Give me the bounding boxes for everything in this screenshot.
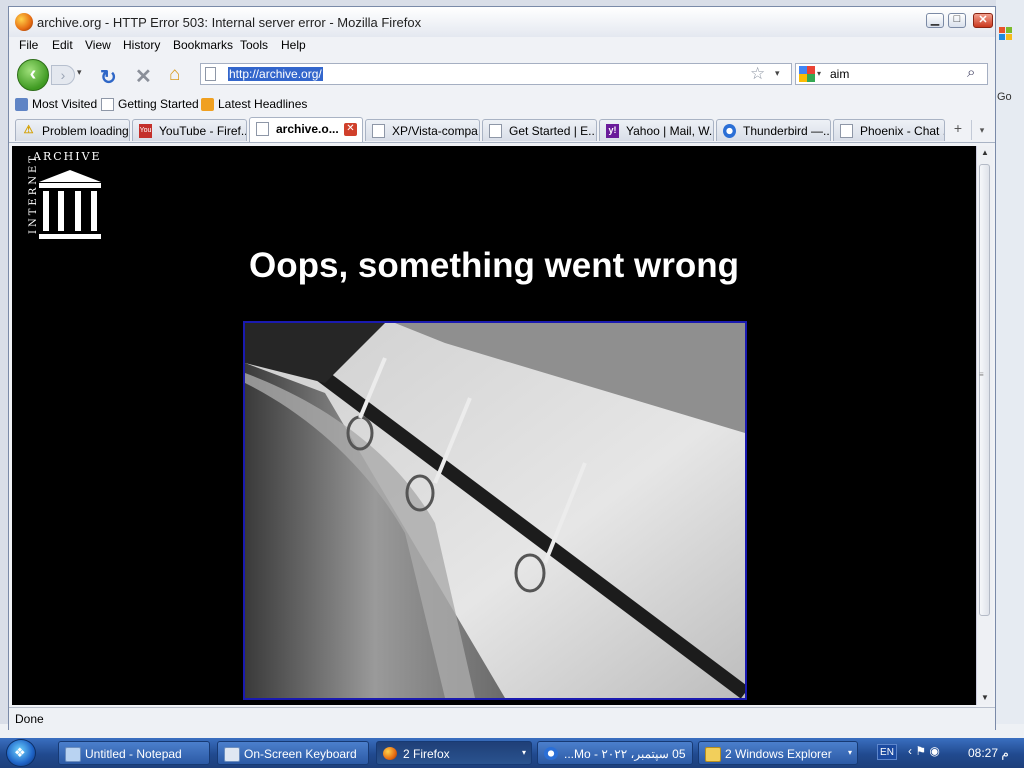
forward-button[interactable]: › (51, 65, 75, 85)
logo-archive-text: ARCHIVE (33, 150, 102, 163)
home-icon[interactable]: ⌂ (169, 64, 180, 86)
maximize-button[interactable]: □ (948, 13, 966, 28)
bookmarks-toolbar: Most Visited Getting Started Latest Head… (9, 95, 995, 115)
notepad-icon (65, 747, 81, 762)
page-content: ARCHIVE INTERNET Oops, something went wr… (12, 146, 976, 705)
menu-help[interactable]: Help (281, 38, 306, 52)
archive-building-icon (39, 170, 101, 239)
menu-history[interactable]: History (123, 38, 160, 52)
google-icon[interactable] (799, 66, 815, 82)
windows-logo-icon: ❖ (14, 745, 26, 760)
scrollbar-thumb[interactable] (979, 164, 990, 616)
bookmark-star-icon[interactable]: ☆ (750, 64, 765, 84)
history-dropdown-icon[interactable]: ▾ (77, 67, 82, 78)
windows-logo-icon (998, 26, 1014, 42)
taskbar-item-windows-explorer[interactable]: 2 Windows Explorer ▾ (698, 741, 858, 765)
desktop-go-label: Go (997, 91, 1012, 103)
tab-get-started[interactable]: Get Started | E... (482, 119, 597, 141)
thunderbird-icon (723, 124, 736, 138)
internet-archive-logo[interactable]: ARCHIVE INTERNET (15, 150, 115, 245)
tab-list-dropdown-icon[interactable]: ▾ (971, 120, 992, 140)
window-title: archive.org - HTTP Error 503: Internal s… (37, 15, 422, 30)
firefox-icon (15, 13, 33, 31)
reload-icon[interactable]: ↻ (100, 65, 117, 90)
tab-yahoo[interactable]: y! Yahoo | Mail, W... (599, 119, 714, 141)
language-indicator[interactable]: EN (877, 744, 897, 760)
firefox-window: archive.org - HTTP Error 503: Internal s… (8, 6, 996, 730)
navigation-toolbar: ‹ › ▾ ↻ ✕ ⌂ http://archive.org/ ☆ ▾ ▾ ai… (9, 57, 995, 93)
url-input[interactable]: http://archive.org/ (228, 67, 323, 81)
search-engine-dropdown-icon[interactable]: ▾ (817, 69, 821, 78)
warning-icon: ⚠ (23, 124, 34, 136)
taskbar-item-notepad[interactable]: Untitled - Notepad (58, 741, 210, 765)
page-icon (372, 124, 385, 138)
menu-file[interactable]: File (19, 38, 38, 52)
status-text: Done (15, 712, 44, 726)
tab-strip: ⚠ Problem loading... You YouTube - Firef… (9, 117, 995, 143)
taskbar-item-mail[interactable]: ‫05 سپتمبر، ٢٠٢٢ - Mo...‬ (537, 741, 693, 765)
start-button[interactable]: ❖ (6, 739, 36, 767)
rss-icon (201, 97, 214, 111)
tab-xp-vista[interactable]: XP/Vista-compa... (365, 119, 480, 141)
most-visited-icon (15, 97, 28, 111)
scroll-up-arrow-icon[interactable]: ▲ (977, 146, 993, 160)
group-dropdown-icon: ▾ (847, 748, 852, 757)
desktop-background (996, 0, 1024, 738)
youtube-icon: You (139, 124, 152, 138)
firefox-icon (383, 747, 397, 760)
menu-tools[interactable]: Tools (240, 38, 268, 52)
search-icon[interactable]: ⌕ (967, 64, 975, 81)
taskbar: ❖ Untitled - Notepad On-Screen Keyboard … (0, 738, 1024, 768)
close-button[interactable]: ✕ (973, 13, 993, 28)
yahoo-icon: y! (606, 124, 619, 138)
page-icon (840, 124, 853, 138)
scroll-grip-icon: ≡ (979, 370, 984, 379)
error-heading: Oops, something went wrong (249, 246, 739, 285)
thunderbird-icon (544, 747, 558, 760)
search-input[interactable]: aim (830, 67, 849, 81)
bookmark-most-visited[interactable]: Most Visited (15, 97, 97, 111)
system-tray: EN ‹ ⚑ ◉ 08:27 م (872, 741, 1024, 765)
url-dropdown-icon[interactable]: ▾ (775, 68, 780, 79)
status-bar: Done (9, 707, 995, 730)
keyboard-icon (224, 747, 240, 762)
page-icon (205, 67, 216, 81)
page-icon (101, 97, 114, 111)
vertical-scrollbar[interactable]: ▲ ≡ ▼ (976, 146, 993, 705)
title-bar[interactable]: archive.org - HTTP Error 503: Internal s… (9, 7, 995, 37)
tray-icons[interactable]: ‹ ⚑ ◉ (908, 744, 940, 758)
new-tab-button[interactable]: + (947, 120, 969, 140)
menu-edit[interactable]: Edit (52, 38, 73, 52)
bookmark-latest-headlines[interactable]: Latest Headlines (201, 97, 307, 111)
menu-view[interactable]: View (85, 38, 111, 52)
clock[interactable]: 08:27 م (968, 746, 1009, 760)
menu-bookmarks[interactable]: Bookmarks (173, 38, 233, 52)
close-tab-icon[interactable]: ✕ (344, 123, 357, 136)
taskbar-item-firefox[interactable]: 2 Firefox ▾ (376, 741, 532, 765)
menu-bar: File Edit View History Bookmarks Tools H… (9, 37, 995, 55)
search-bar[interactable]: ▾ aim ⌕ (795, 63, 988, 85)
url-bar[interactable]: http://archive.org/ ☆ ▾ (200, 63, 792, 85)
taskbar-item-on-screen-keyboard[interactable]: On-Screen Keyboard (217, 741, 369, 765)
tab-thunderbird[interactable]: Thunderbird —... (716, 119, 831, 141)
stop-icon[interactable]: ✕ (135, 64, 152, 89)
page-icon (489, 124, 502, 138)
bookmark-getting-started[interactable]: Getting Started (101, 97, 199, 111)
tab-youtube[interactable]: You YouTube - Firef... (132, 119, 247, 141)
back-button[interactable]: ‹ (17, 59, 49, 91)
tab-archive[interactable]: archive.o... ✕ (249, 117, 363, 142)
group-dropdown-icon: ▾ (521, 748, 526, 757)
error-photo (243, 321, 747, 700)
tab-phoenix[interactable]: Phoenix - Chat ... (833, 119, 945, 141)
page-icon (256, 122, 269, 136)
tab-problem-loading[interactable]: ⚠ Problem loading... (15, 119, 130, 141)
folder-icon (705, 747, 721, 762)
minimize-button[interactable]: ▁ (926, 13, 944, 28)
scroll-down-arrow-icon[interactable]: ▼ (977, 691, 993, 705)
